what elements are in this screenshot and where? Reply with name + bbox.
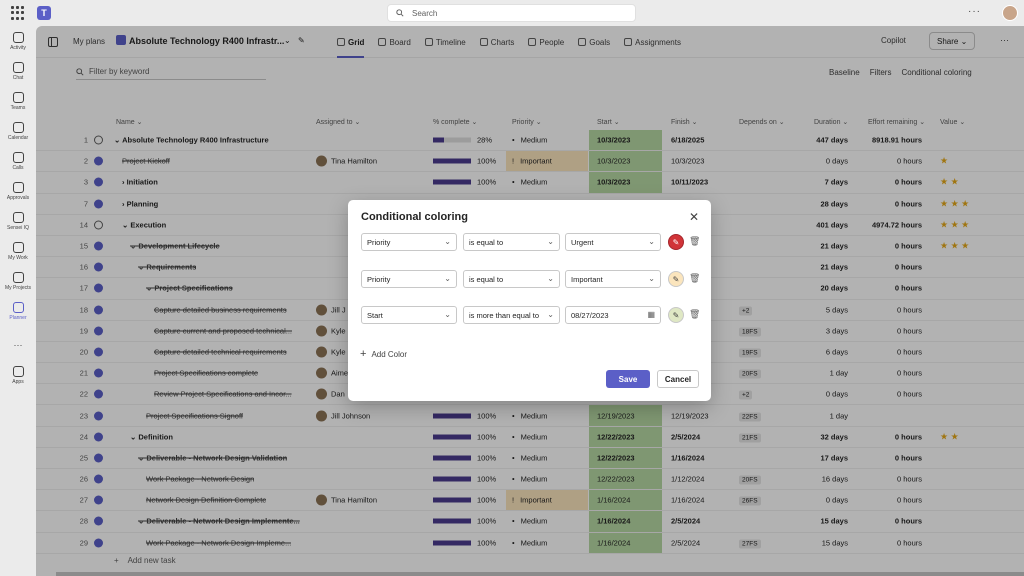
teams-logo: T <box>37 6 51 20</box>
chevron-down-icon: ⌄ <box>648 274 655 283</box>
conditional-coloring-dialog: Conditional coloring ✕ Priority ⌄ is equal… <box>348 200 711 401</box>
rule-value: 08/27/2023 <box>571 310 609 320</box>
user-avatar[interactable] <box>1002 5 1018 21</box>
chevron-down-icon: ⌄ <box>547 237 554 246</box>
chevron-down-icon: ⌄ <box>444 310 451 319</box>
rail-label: Teams <box>10 104 26 111</box>
field-select[interactable]: Priority ⌄ <box>361 270 457 288</box>
operator-value: is more than equal to <box>469 310 540 320</box>
field-select[interactable]: Priority ⌄ <box>361 233 457 251</box>
myprojects-icon <box>12 271 24 283</box>
rail-label: My Work <box>8 254 28 261</box>
delete-icon[interactable]: 🗑 <box>689 309 700 320</box>
top-bar: T Search ··· <box>0 0 1024 26</box>
rail-label: My Projects <box>4 284 32 291</box>
delete-icon[interactable]: 🗑 <box>689 273 700 284</box>
chat-icon <box>12 61 24 73</box>
save-button[interactable]: Save <box>606 370 650 388</box>
field-value: Start <box>367 310 383 320</box>
paint-bucket-icon[interactable]: ✎ <box>668 307 684 323</box>
rail-item-calendar[interactable]: Calendar <box>0 116 36 146</box>
chevron-down-icon: ⌄ <box>648 237 655 246</box>
rail-label: Apps <box>12 378 24 385</box>
app-launcher-icon[interactable] <box>11 6 25 20</box>
search-placeholder: Search <box>412 8 438 18</box>
add-color-button[interactable]: + Add Color <box>360 348 407 360</box>
rail-item-sensei-iq[interactable]: Sensei IQ <box>0 206 36 236</box>
search-icon <box>396 9 404 17</box>
operator-select[interactable]: is equal to ⌄ <box>463 233 560 251</box>
app-rail: Activity Chat Teams Calendar Calls Approvals S… <box>0 26 36 576</box>
phone-icon <box>12 151 24 163</box>
approvals-icon <box>12 181 24 193</box>
planner-icon <box>12 301 24 313</box>
rail-item-planner[interactable]: Planner <box>0 296 36 326</box>
delete-icon[interactable]: 🗑 <box>689 236 700 247</box>
rail-label: Activity <box>10 44 26 51</box>
rail-item-activity[interactable]: Activity <box>0 26 36 56</box>
rail-label: Planner <box>9 314 27 321</box>
calendar-icon <box>12 121 24 133</box>
rail-item-approvals[interactable]: Approvals <box>0 176 36 206</box>
rail-item--[interactable]: ··· <box>0 330 36 360</box>
rail-item-my-projects[interactable]: My Projects <box>0 266 36 296</box>
rail-label: Sensei IQ <box>7 224 29 231</box>
chevron-down-icon: ⌄ <box>444 237 451 246</box>
value-select[interactable]: Important ⌄ <box>565 270 661 288</box>
close-icon[interactable]: ✕ <box>689 210 699 224</box>
rail-item-apps[interactable]: Apps <box>0 360 36 390</box>
chevron-down-icon: ⌄ <box>444 274 451 283</box>
field-value: Priority <box>367 237 391 247</box>
rail-label: Chat <box>12 74 24 81</box>
operator-select[interactable]: is more than equal to ⌄ <box>463 306 560 324</box>
value-select[interactable]: Urgent ⌄ <box>565 233 661 251</box>
search-input[interactable]: Search <box>387 4 636 22</box>
cancel-button[interactable]: Cancel <box>657 370 699 388</box>
rail-item-chat[interactable]: Chat <box>0 56 36 86</box>
rule-value: Urgent <box>571 237 594 247</box>
rail-item-my-work[interactable]: My Work <box>0 236 36 266</box>
mywork-icon <box>12 241 24 253</box>
field-value: Priority <box>367 274 391 284</box>
teams-icon <box>12 91 24 103</box>
more-icon: ··· <box>13 339 23 350</box>
calendar-icon: ▦ <box>647 310 655 319</box>
sensei-icon <box>12 211 24 223</box>
rail-label: Calls <box>12 164 24 171</box>
paint-bucket-icon[interactable]: ✎ <box>668 271 684 287</box>
operator-select[interactable]: is equal to ⌄ <box>463 270 560 288</box>
rule-value: Important <box>571 274 603 284</box>
add-color-label: Add Color <box>371 349 408 359</box>
more-options-icon[interactable]: ··· <box>968 6 981 17</box>
paint-bucket-icon[interactable]: ✎ <box>668 234 684 250</box>
rail-label: Approvals <box>6 194 30 201</box>
operator-value: is equal to <box>469 274 504 284</box>
rail-label: Calendar <box>7 134 29 141</box>
operator-value: is equal to <box>469 237 504 247</box>
apps-icon <box>12 365 24 377</box>
rail-item-teams[interactable]: Teams <box>0 86 36 116</box>
value-select[interactable]: 08/27/2023 ▦ <box>565 306 661 324</box>
field-select[interactable]: Start ⌄ <box>361 306 457 324</box>
plus-icon: + <box>360 348 367 360</box>
dialog-title: Conditional coloring <box>361 211 468 223</box>
chevron-down-icon: ⌄ <box>547 310 554 319</box>
chevron-down-icon: ⌄ <box>547 274 554 283</box>
rail-item-calls[interactable]: Calls <box>0 146 36 176</box>
bell-icon <box>12 31 24 43</box>
